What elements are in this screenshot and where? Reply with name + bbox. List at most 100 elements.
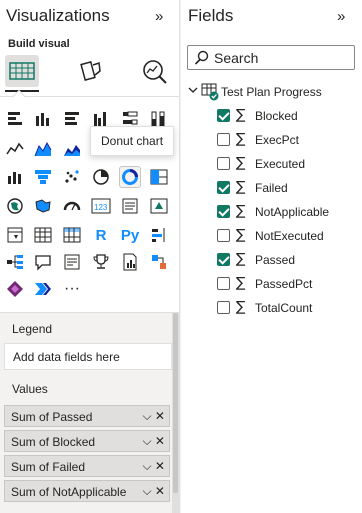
svg-text:123: 123 xyxy=(94,203,108,212)
legend-drop-zone[interactable]: Add data fields here xyxy=(4,343,172,370)
power-automate-flow-icon[interactable] xyxy=(32,278,54,300)
value-field-failed[interactable]: Sum of Failed ⌵ ✕ xyxy=(4,455,170,477)
value-field-controls[interactable]: ⌵ ✕ xyxy=(143,484,166,499)
active-tab-indicator xyxy=(5,90,39,92)
trophy-metrics-icon[interactable] xyxy=(90,251,112,273)
filled-map-icon[interactable] xyxy=(32,195,54,217)
visualizations-pane: Visualizations » Build visual 123 R Py ·… xyxy=(0,0,180,513)
fields-title: Fields xyxy=(188,6,234,25)
donut-chart-icon[interactable] xyxy=(119,166,141,188)
visualizations-title: Visualizations xyxy=(6,6,110,25)
treemap-icon[interactable] xyxy=(148,166,170,188)
sigma-icon: ∑ xyxy=(236,107,246,123)
field-name: Blocked xyxy=(255,109,298,123)
collapse-visualizations-button[interactable]: » xyxy=(155,8,163,25)
more-visuals-button[interactable]: ··· xyxy=(61,278,83,300)
table-name: Test Plan Progress xyxy=(221,85,322,99)
search-placeholder: Search xyxy=(214,50,259,66)
field-name: TotalCount xyxy=(255,301,313,315)
legend-label: Legend xyxy=(12,322,53,336)
smart-narrative-icon[interactable] xyxy=(61,251,83,273)
build-visual-tab[interactable] xyxy=(5,55,39,87)
field-name: NotExecuted xyxy=(255,229,324,243)
multi-row-card-icon[interactable] xyxy=(119,195,141,217)
scatter-chart-icon[interactable] xyxy=(61,166,83,188)
value-field-controls[interactable]: ⌵ ✕ xyxy=(143,409,166,424)
collapse-fields-button[interactable]: » xyxy=(337,8,345,25)
sigma-icon: ∑ xyxy=(236,131,246,147)
pie-chart-icon[interactable] xyxy=(90,166,112,188)
python-label: Py xyxy=(120,226,140,244)
power-automate-icon[interactable] xyxy=(148,251,170,273)
ribbon-chart-icon[interactable] xyxy=(4,166,26,188)
field-execpct[interactable]: ∑ ExecPct xyxy=(217,130,357,150)
table-icon[interactable] xyxy=(32,224,54,246)
analytics-tab[interactable] xyxy=(138,55,172,87)
map-icon[interactable] xyxy=(4,195,26,217)
field-name: Executed xyxy=(255,157,306,171)
field-passed[interactable]: ∑ Passed xyxy=(217,250,357,270)
fields-search-input[interactable]: Search xyxy=(187,45,355,70)
value-field-controls[interactable]: ⌵ ✕ xyxy=(143,459,166,474)
field-checkbox-checked[interactable] xyxy=(217,205,230,218)
tab-divider xyxy=(0,96,179,97)
chevron-down-icon[interactable] xyxy=(187,84,199,96)
field-passedpct[interactable]: ∑ PassedPct xyxy=(217,274,357,294)
sigma-icon: ∑ xyxy=(236,275,246,291)
format-visual-tab[interactable] xyxy=(73,55,107,87)
field-checkbox-checked[interactable] xyxy=(217,253,230,266)
format-visual-icon xyxy=(80,61,101,81)
r-script-visual-icon[interactable]: R xyxy=(90,224,112,246)
matrix-icon[interactable] xyxy=(61,224,83,246)
field-notapplicable[interactable]: ∑ NotApplicable xyxy=(217,202,357,222)
kpi-icon[interactable] xyxy=(148,195,170,217)
qa-visual-icon[interactable] xyxy=(32,251,54,273)
sigma-icon: ∑ xyxy=(236,179,246,195)
sigma-icon: ∑ xyxy=(236,299,246,315)
clustered-bar-chart-icon[interactable] xyxy=(61,108,83,130)
r-script-label: R xyxy=(95,226,107,244)
field-blocked[interactable]: ∑ Blocked xyxy=(217,106,357,126)
value-field-label: Sum of Blocked xyxy=(11,435,96,449)
card-icon[interactable]: 123 xyxy=(90,195,112,217)
stacked-column-chart-icon[interactable] xyxy=(32,108,54,130)
stacked-area-chart-icon[interactable] xyxy=(61,138,83,160)
area-chart-icon[interactable] xyxy=(32,138,54,160)
value-field-notapplicable[interactable]: Sum of NotApplicable ⌵ ✕ xyxy=(4,480,170,502)
field-failed[interactable]: ∑ Failed xyxy=(217,178,357,198)
key-influencers-icon[interactable] xyxy=(148,224,170,246)
value-field-blocked[interactable]: Sum of Blocked ⌵ ✕ xyxy=(4,430,170,452)
wells-scrollbar-thumb[interactable] xyxy=(173,313,178,493)
field-totalcount[interactable]: ∑ TotalCount xyxy=(217,298,357,318)
field-checkbox-checked[interactable] xyxy=(217,181,230,194)
field-checkbox[interactable] xyxy=(217,301,230,314)
stacked-bar-chart-icon[interactable] xyxy=(4,108,26,130)
field-name: NotApplicable xyxy=(255,205,330,219)
fields-pane: Fields » Search Test Plan Progress ∑ Blo… xyxy=(181,0,362,513)
values-label: Values xyxy=(12,382,48,396)
python-visual-icon[interactable]: Py xyxy=(119,224,141,246)
decomposition-tree-icon[interactable] xyxy=(4,251,26,273)
power-apps-icon[interactable] xyxy=(4,278,26,300)
field-checkbox-checked[interactable] xyxy=(217,109,230,122)
value-field-passed[interactable]: Sum of Passed ⌵ ✕ xyxy=(4,405,170,427)
field-checkbox[interactable] xyxy=(217,133,230,146)
field-name: Passed xyxy=(255,253,296,267)
field-wells: Legend Add data fields here Values Sum o… xyxy=(0,312,179,513)
field-checkbox[interactable] xyxy=(217,157,230,170)
line-chart-icon[interactable] xyxy=(4,138,26,160)
table-icon xyxy=(201,83,219,101)
search-icon xyxy=(194,50,209,65)
value-field-controls[interactable]: ⌵ ✕ xyxy=(143,434,166,449)
funnel-chart-icon[interactable] xyxy=(32,166,54,188)
field-name: PassedPct xyxy=(255,277,313,291)
field-checkbox[interactable] xyxy=(217,277,230,290)
field-notexecuted[interactable]: ∑ NotExecuted xyxy=(217,226,357,246)
paginated-report-icon[interactable] xyxy=(119,251,141,273)
slicer-icon[interactable] xyxy=(4,224,26,246)
field-checkbox[interactable] xyxy=(217,229,230,242)
table-node[interactable]: Test Plan Progress xyxy=(187,82,357,102)
build-visual-label: Build visual xyxy=(8,38,70,50)
field-executed[interactable]: ∑ Executed xyxy=(217,154,357,174)
gauge-icon[interactable] xyxy=(61,195,83,217)
